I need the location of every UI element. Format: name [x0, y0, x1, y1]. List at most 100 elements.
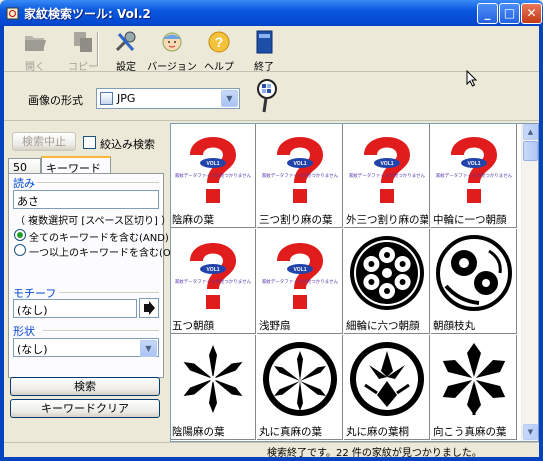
- crest-name: 陰陽麻の葉: [172, 426, 225, 438]
- magnifier-icon[interactable]: [254, 78, 282, 114]
- keyword-search-panel: 読み あさ （ 複数選択可 [スペース区切り] ） 全てのキーワードを含む(AN…: [8, 173, 182, 378]
- window-frame-right: [539, 26, 543, 461]
- crest-name: 中輪に一つ朝顔: [433, 214, 507, 226]
- reading-hint: （ 複数選択可 [スペース区切り] ）: [15, 216, 172, 227]
- reading-input[interactable]: あさ: [13, 190, 159, 209]
- shape-select[interactable]: (なし) ▼: [13, 338, 159, 357]
- close-button[interactable]: ✕: [521, 3, 542, 24]
- format-label: 画像の形式: [28, 94, 83, 107]
- crest-image: [434, 231, 514, 315]
- help-icon: ?: [208, 31, 230, 53]
- results-grid: VOL1 家紋データファイルが見つかりません 陰麻の葉 VOL1 家紋データファ…: [170, 123, 539, 442]
- placeholder-question-icon: VOL1 家紋データファイルが見つかりません: [349, 137, 426, 203]
- app-icon: [6, 7, 19, 20]
- crest-image: [434, 337, 514, 421]
- version-face-icon: [162, 32, 182, 52]
- svg-text:VOL1: VOL1: [293, 267, 306, 273]
- open-tool-label: 開く: [25, 62, 45, 73]
- crest-image: [347, 337, 427, 421]
- crest-name: 向こう真麻の葉: [433, 426, 507, 438]
- crest-name: 朝顔枝丸: [433, 320, 475, 332]
- minimize-button[interactable]: _: [477, 3, 498, 24]
- result-cell[interactable]: 細輪に六つ朝顔: [344, 229, 430, 334]
- and-radio[interactable]: [14, 229, 26, 241]
- placeholder-question-icon: VOL1 家紋データファイルが見つかりません: [175, 137, 252, 203]
- svg-text:家紋データファイルが見つかりません: 家紋データファイルが見つかりません: [262, 278, 339, 285]
- or-radio-label: 一つ以上のキーワードを含む(OR): [29, 248, 182, 259]
- result-cell[interactable]: VOL1 家紋データファイルが見つかりません 三つ割り麻の葉: [257, 124, 343, 228]
- chevron-down-icon[interactable]: ▼: [221, 90, 238, 107]
- svg-text:?: ?: [215, 34, 224, 50]
- motif-select-button[interactable]: [139, 298, 159, 318]
- result-cell[interactable]: 丸に麻の葉桐: [344, 335, 430, 440]
- result-cell[interactable]: VOL1 家紋データファイルが見つかりません 外三つ割り麻の葉: [344, 124, 430, 228]
- exit-tool-label: 終了: [254, 62, 274, 73]
- crest-image: [260, 337, 340, 421]
- result-cell[interactable]: VOL1 家紋データファイルが見つかりません 浅野扇: [257, 229, 343, 334]
- mouse-cursor-icon: [466, 70, 478, 87]
- morning-glory-crest-icon: [350, 236, 424, 310]
- crest-image: VOL1 家紋データファイルが見つかりません: [434, 125, 514, 209]
- open-tool-button[interactable]: 開く: [10, 28, 60, 73]
- svg-text:VOL1: VOL1: [293, 161, 306, 167]
- title-bar[interactable]: 家紋検索ツール: Vol.2 _ □ ✕: [0, 0, 543, 26]
- search-panel: 検索中止 絞込み検索 50音 キーワード検索 読み あさ （ 複数選択可 [スペ…: [4, 123, 182, 442]
- svg-text:家紋データファイルが見つかりません: 家紋データファイルが見つかりません: [175, 172, 252, 179]
- arrow-right-icon: [144, 301, 155, 315]
- svg-text:VOL1: VOL1: [206, 267, 219, 273]
- motif-input[interactable]: (なし): [13, 299, 137, 318]
- search-button[interactable]: 検索: [10, 377, 160, 396]
- result-cell[interactable]: 向こう真麻の葉: [431, 335, 517, 440]
- help-tool-button[interactable]: ? ヘルプ: [194, 28, 244, 73]
- crest-image: VOL1 家紋データファイルが見つかりません: [173, 231, 253, 315]
- refine-search-checkbox[interactable]: [83, 136, 96, 149]
- keyword-clear-button[interactable]: キーワードクリア: [10, 399, 160, 418]
- version-tool-label: バージョン: [147, 62, 197, 73]
- svg-text:家紋データファイルが見つかりません: 家紋データファイルが見つかりません: [436, 172, 513, 179]
- format-value: JPG: [117, 92, 136, 105]
- result-cell[interactable]: 丸に真麻の葉: [257, 335, 343, 440]
- reading-group-title: 読み: [13, 177, 35, 190]
- crest-image: [347, 231, 427, 315]
- crest-name: 丸に真麻の葉: [259, 426, 322, 438]
- stop-search-button[interactable]: 検索中止: [12, 132, 76, 151]
- image-file-icon: [100, 92, 113, 105]
- crest-image: VOL1 家紋データファイルが見つかりません: [260, 231, 340, 315]
- svg-text:VOL1: VOL1: [467, 161, 480, 167]
- format-bar: 画像の形式 JPG ▼: [4, 73, 539, 121]
- svg-text:VOL1: VOL1: [380, 161, 393, 167]
- placeholder-question-icon: VOL1 家紋データファイルが見つかりません: [262, 243, 339, 309]
- format-select[interactable]: JPG ▼: [96, 88, 240, 109]
- result-cell[interactable]: VOL1 家紋データファイルが見つかりません 五つ朝顔: [171, 229, 256, 334]
- crest-name: 陰麻の葉: [172, 214, 214, 226]
- settings-tools-icon: [115, 31, 136, 52]
- result-cell[interactable]: VOL1 家紋データファイルが見つかりません 中輪に一つ朝顔: [431, 124, 517, 228]
- settings-tool-button[interactable]: 設定: [101, 28, 151, 73]
- chevron-down-icon[interactable]: ▼: [140, 340, 157, 357]
- scroll-thumb[interactable]: [523, 141, 538, 161]
- maximize-button[interactable]: □: [499, 3, 520, 24]
- hemp-paulownia-crest-icon: [350, 342, 424, 416]
- svg-text:家紋データファイルが見つかりません: 家紋データファイルが見つかりません: [349, 172, 426, 179]
- crest-image: VOL1 家紋データファイルが見つかりません: [347, 125, 427, 209]
- or-radio[interactable]: [14, 244, 26, 256]
- result-cell[interactable]: 陰陽麻の葉: [171, 335, 256, 440]
- result-cell[interactable]: VOL1 家紋データファイルが見つかりません 陰麻の葉: [171, 124, 256, 228]
- version-tool-button[interactable]: バージョン: [147, 28, 197, 73]
- crest-image: [173, 337, 253, 421]
- status-text: 検索終了です。22 件の家紋が見つかりました。: [267, 448, 482, 459]
- scroll-up-button[interactable]: ▲: [523, 124, 538, 140]
- crest-name: 五つ朝顔: [172, 320, 214, 332]
- toolbar: 開く コピー 設定 バージョン ? ヘルプ 終了: [4, 26, 539, 73]
- exit-tool-button[interactable]: 終了: [239, 28, 289, 73]
- crest-image: VOL1 家紋データファイルが見つかりません: [173, 125, 253, 209]
- crest-name: 細輪に六つ朝顔: [346, 320, 420, 332]
- shape-group-title: 形状: [13, 325, 35, 338]
- help-tool-label: ヘルプ: [204, 62, 234, 73]
- result-cell[interactable]: 朝顔枝丸: [431, 229, 517, 334]
- crest-name: 三つ割り麻の葉: [259, 214, 333, 226]
- group-divider: [59, 292, 159, 293]
- scroll-down-button[interactable]: ▼: [523, 424, 538, 440]
- vertical-scrollbar[interactable]: ▲ ▼: [521, 124, 538, 441]
- morning-glory-branch-icon: [436, 235, 512, 311]
